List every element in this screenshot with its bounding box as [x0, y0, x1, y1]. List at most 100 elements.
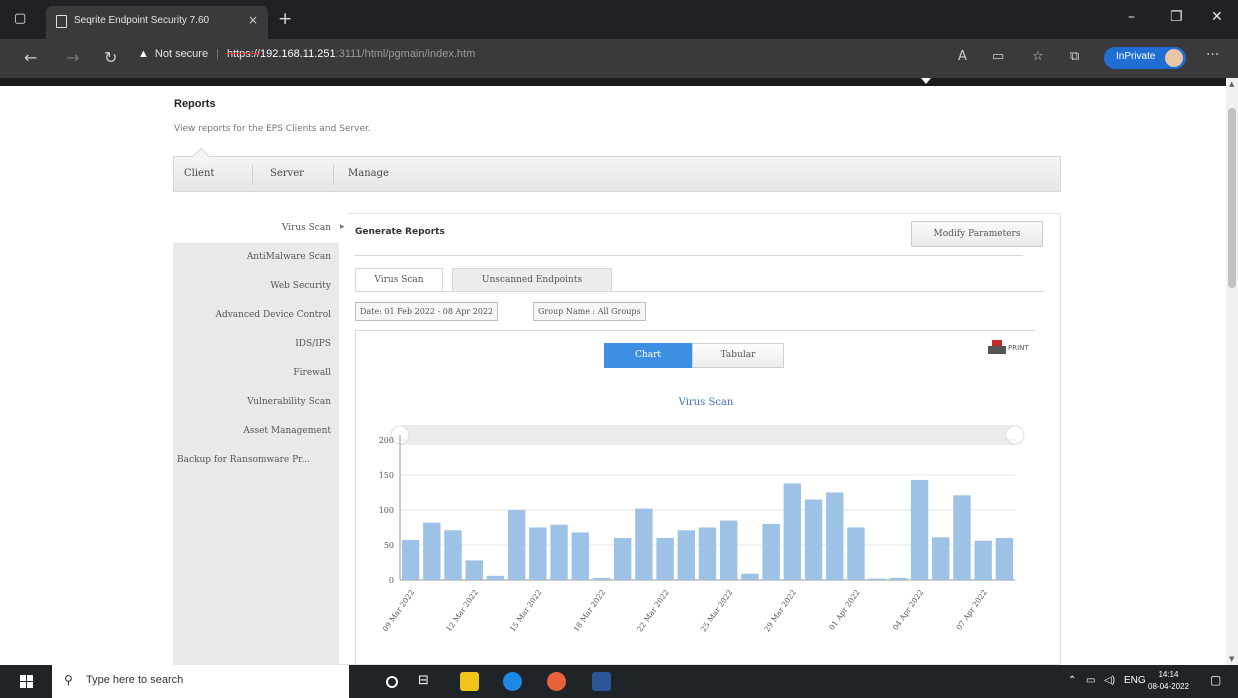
tab-actions-icon[interactable]: ▢ [14, 10, 26, 28]
chart-bar[interactable] [762, 524, 780, 580]
chrome-icon[interactable] [547, 672, 566, 691]
task-view-icon[interactable]: ⊟ [418, 673, 437, 692]
chart-bar[interactable] [889, 577, 908, 580]
chart-bar[interactable] [401, 540, 420, 580]
sidebar-item-web-security[interactable]: Web Security [270, 281, 331, 291]
address-bar: ← → ↻ ▲ Not secure | https://192.168.11.251… [0, 39, 1238, 78]
word-icon[interactable] [592, 672, 611, 691]
nav-pointer [192, 147, 210, 165]
minimize-icon[interactable]: – [1128, 9, 1135, 25]
chart-bar[interactable] [741, 573, 759, 580]
caret-down-icon[interactable] [921, 78, 931, 84]
chart-bar[interactable] [423, 522, 441, 580]
sidebar-item-firewall[interactable]: Firewall [293, 368, 331, 378]
collections-icon[interactable]: ⧉ [1070, 49, 1079, 64]
favorites-icon[interactable]: ☆ [1032, 49, 1044, 64]
chart-bar[interactable] [613, 538, 632, 580]
subtab-unscanned-endpoints[interactable]: Unscanned Endpoints [452, 268, 612, 292]
subtab-virus-scan[interactable]: Virus Scan [355, 268, 443, 292]
scroll-thumb[interactable] [1228, 108, 1236, 288]
url-protocol: https:// [226, 48, 260, 60]
y-tick-label: 0 [389, 576, 394, 585]
chart-bar[interactable] [974, 540, 992, 580]
chart-bar[interactable] [550, 524, 568, 580]
chart-bar[interactable] [592, 577, 611, 580]
network-icon[interactable]: ▭ [1086, 675, 1095, 686]
windows-start-icon[interactable] [20, 675, 33, 688]
chart-bar[interactable] [910, 479, 929, 580]
chart-bar[interactable] [783, 483, 802, 580]
chart-bar[interactable] [677, 530, 695, 580]
range-handle-right[interactable] [1005, 425, 1025, 445]
clock[interactable]: 14:14 08-04-2022 [1148, 669, 1189, 693]
close-tab-icon[interactable]: × [248, 13, 258, 27]
chart-bar[interactable] [507, 510, 526, 580]
chart-bar[interactable] [720, 520, 738, 581]
back-icon[interactable]: ← [24, 48, 37, 67]
close-window-icon[interactable]: ✕ [1211, 9, 1223, 25]
url-field[interactable]: ▲ Not secure | https://192.168.11.251:3111/… [138, 48, 475, 60]
modify-parameters-button[interactable]: Modify Parameters [911, 221, 1043, 247]
chart-bar[interactable] [932, 537, 950, 580]
printer-icon [988, 340, 1006, 356]
sidebar-item-asset-management[interactable]: Asset Management [243, 426, 331, 436]
scroll-down-icon[interactable]: ▼ [1229, 655, 1234, 663]
file-explorer-icon[interactable] [460, 672, 479, 691]
inprivate-badge[interactable]: InPrivate [1104, 47, 1186, 69]
chart-bar[interactable] [571, 532, 589, 580]
print-button[interactable]: PRINT [988, 340, 1029, 356]
taskbar-search[interactable]: ⚲ Type here to search [52, 665, 349, 698]
tray-chevron-icon[interactable]: ⌃ [1068, 675, 1076, 686]
refresh-icon[interactable]: ↻ [104, 48, 117, 67]
sidebar-item-antimalware-scan[interactable]: AntiMalware Scan [247, 252, 331, 262]
more-menu-icon[interactable]: ··· [1206, 47, 1219, 63]
tab-icon[interactable]: ▭ [992, 49, 1004, 64]
divider [355, 255, 1023, 256]
volume-icon[interactable]: ◁) [1104, 675, 1115, 686]
chart-toggle-button[interactable]: Chart [604, 343, 692, 368]
chart-bar[interactable] [995, 538, 1014, 580]
x-tick-label: 15 Mar 2022 [508, 588, 544, 634]
sidebar-item-virus-scan[interactable]: Virus Scan [282, 223, 331, 233]
chart-bar[interactable] [635, 508, 653, 580]
edge-icon[interactable] [503, 672, 522, 691]
date-filter: Date: 01 Feb 2022 - 08 Apr 2022 [355, 302, 499, 321]
read-aloud-icon[interactable]: A [958, 49, 967, 64]
tab-manage[interactable]: Manage [348, 168, 389, 179]
sidebar-item-advanced-device-control[interactable]: Advanced Device Control [215, 310, 331, 320]
x-tick-label: 22 Mar 2022 [635, 588, 671, 634]
chart-bar[interactable] [529, 527, 547, 581]
chart-bar[interactable] [953, 495, 971, 580]
language-indicator[interactable]: ENG [1124, 675, 1146, 686]
chart-bar[interactable] [465, 560, 483, 580]
search-placeholder: Type here to search [86, 674, 184, 686]
scroll-up-icon[interactable]: ▲ [1229, 80, 1234, 88]
chart-bar[interactable] [656, 538, 674, 580]
forward-icon[interactable]: → [66, 48, 79, 67]
cortana-icon[interactable] [386, 676, 398, 688]
range-navigator[interactable] [400, 425, 1015, 445]
new-tab-button[interactable]: + [278, 9, 292, 29]
chart-bar[interactable] [486, 575, 505, 580]
tabular-toggle-button[interactable]: Tabular [692, 343, 784, 368]
chart-bar[interactable] [826, 492, 844, 581]
search-icon: ⚲ [64, 673, 73, 687]
avatar [1165, 49, 1183, 67]
notifications-icon[interactable]: ▢ [1210, 673, 1221, 687]
virus-scan-chart: 0 50 100 150 200 09 Mar 2022 12 Mar 2022 15 Mar… [379, 425, 1025, 634]
vertical-scrollbar[interactable]: ▲ ▼ [1226, 78, 1238, 665]
chart-bar[interactable] [847, 527, 865, 581]
chart-bar[interactable] [868, 578, 886, 580]
tab-server[interactable]: Server [270, 168, 304, 179]
restore-icon[interactable]: ❐ [1170, 9, 1183, 25]
sidebar-item-ids-ips[interactable]: IDS/IPS [295, 339, 331, 349]
divider [333, 165, 334, 185]
chart-title: Virus Scan [678, 397, 734, 408]
chart-bar[interactable] [804, 499, 823, 581]
tab-client[interactable]: Client [184, 168, 214, 179]
page-subtitle: View reports for the EPS Clients and Ser… [174, 124, 371, 134]
chart-bar[interactable] [698, 527, 717, 581]
x-tick-label: 07 Apr 2022 [954, 588, 989, 632]
browser-tab[interactable]: Seqrite Endpoint Security 7.60 × [46, 6, 268, 39]
chart-bar[interactable] [444, 530, 462, 580]
